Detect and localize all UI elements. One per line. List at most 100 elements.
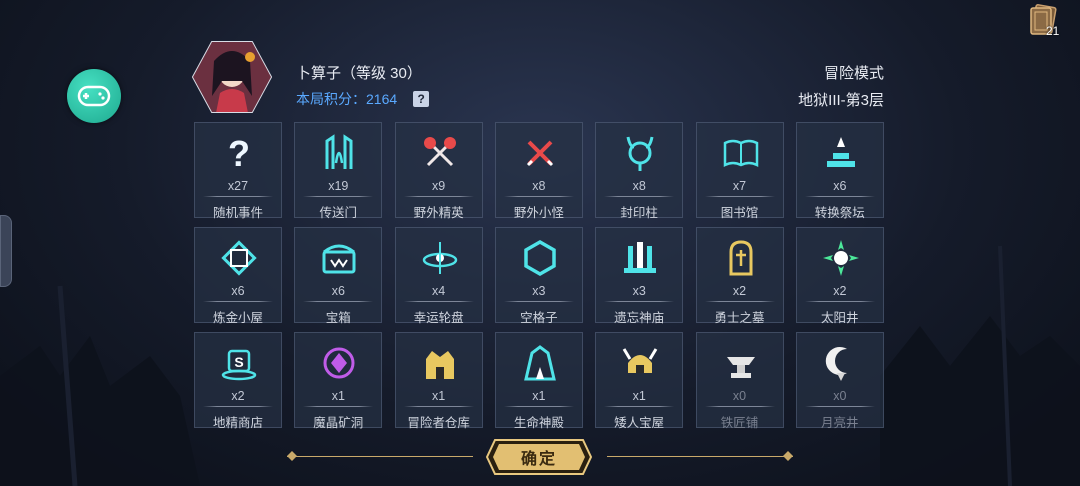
cell-divider <box>604 406 675 407</box>
cell-name: 传送门 <box>319 206 358 220</box>
cell-divider <box>203 301 273 302</box>
right-divider-tip <box>783 451 793 461</box>
grid-cell[interactable]: x8 封印柱 <box>595 122 684 220</box>
dwarf-helmet-icon <box>622 348 658 373</box>
grid-cell[interactable]: S x2 地精商店 <box>194 332 282 430</box>
crossed-axes-icon <box>423 137 456 167</box>
cell-divider <box>403 406 474 407</box>
cell-divider <box>804 196 875 197</box>
cell-name: 生命神殿 <box>513 416 564 430</box>
cell-divider <box>604 301 675 302</box>
cell-count: x4 <box>431 284 446 298</box>
cell-count: x6 <box>331 284 345 298</box>
score-help-button[interactable]: ? <box>413 91 430 107</box>
alchemy-icon <box>221 240 257 276</box>
map-event-grid: ? x27 随机事件 x19 传送门 x9 野外精英 x8 野外小怪 x8 封印… <box>194 122 884 430</box>
cell-name: 地精商店 <box>212 416 263 430</box>
confirm-button[interactable]: 确定 <box>485 438 593 476</box>
grid-cell[interactable]: x6 炼金小屋 <box>194 227 282 325</box>
score-row: 本局积分：2164 ? <box>296 89 430 109</box>
grid-cell[interactable]: x6 转换祭坛 <box>795 122 884 220</box>
sun-icon <box>822 240 859 276</box>
grid-cell[interactable]: x1 冒险者仓库 <box>394 332 483 430</box>
cell-name: 封印柱 <box>620 206 658 220</box>
player-avatar[interactable] <box>192 41 272 113</box>
grid-cell[interactable]: x0 月亮井 <box>795 332 884 430</box>
cell-count: x8 <box>532 179 546 193</box>
grid-cell[interactable]: x1 魔晶矿洞 <box>294 332 383 430</box>
crystal-mine-icon <box>323 347 355 379</box>
cell-name: 冒险者仓库 <box>407 416 470 430</box>
svg-text:S: S <box>234 354 243 370</box>
cell-name: 野外精英 <box>413 206 464 220</box>
cell-divider <box>503 196 574 197</box>
grid-cell[interactable]: x2 太阳井 <box>795 227 884 325</box>
anvil-icon <box>726 357 755 378</box>
grid-cell[interactable]: x6 宝箱 <box>294 227 383 325</box>
floor-label: 地狱III-第3层 <box>798 92 884 109</box>
cell-count: x1 <box>331 389 345 403</box>
cell-count: x1 <box>532 389 546 403</box>
cell-divider <box>303 301 374 302</box>
cell-count: x2 <box>833 284 847 298</box>
crossed-swords-icon <box>526 140 553 167</box>
grid-cell[interactable]: x4 幸运轮盘 <box>394 227 483 325</box>
cell-name: 空格子 <box>520 311 558 325</box>
cell-divider <box>403 196 474 197</box>
side-drawer-tab[interactable] <box>0 215 12 287</box>
cell-count: x7 <box>732 179 747 193</box>
grid-cell[interactable]: x3 遗忘神庙 <box>595 227 684 325</box>
svg-text:?: ? <box>228 133 250 173</box>
grid-cell[interactable]: x7 图书馆 <box>695 122 784 220</box>
grid-cell[interactable]: x0 铁匠铺 <box>695 332 784 430</box>
cell-count: x1 <box>632 389 646 403</box>
cell-divider <box>403 301 474 302</box>
question-icon: ? <box>228 133 250 173</box>
left-divider <box>287 456 473 457</box>
life-shrine-icon <box>524 345 556 381</box>
grid-cell[interactable]: x9 野外精英 <box>394 122 483 220</box>
grid-cell[interactable]: x2 勇士之墓 <box>695 227 784 325</box>
cell-count: x27 <box>227 179 249 193</box>
cell-count: x19 <box>328 179 349 193</box>
grid-cell[interactable]: x3 空格子 <box>494 227 583 325</box>
grid-cell[interactable]: ? x27 随机事件 <box>194 122 282 220</box>
cell-count: x0 <box>732 389 747 403</box>
cell-name: 矮人宝屋 <box>614 416 665 430</box>
cell-count: x3 <box>532 284 546 298</box>
cell-name: 野外小怪 <box>513 206 564 220</box>
cell-name: 月亮井 <box>821 416 859 430</box>
cell-divider <box>704 406 775 407</box>
cell-divider <box>704 301 775 302</box>
cell-count: x9 <box>431 179 446 193</box>
cell-name: 宝箱 <box>325 311 351 325</box>
warehouse-icon <box>425 351 454 379</box>
cell-count: x2 <box>732 284 747 298</box>
cell-name: 魔晶矿洞 <box>313 416 364 430</box>
cell-divider <box>203 196 273 197</box>
cell-count: x6 <box>231 284 245 298</box>
grid-cell[interactable]: x1 矮人宝屋 <box>595 332 684 430</box>
cell-count: x2 <box>231 389 245 403</box>
grid-cell[interactable]: x1 生命神殿 <box>494 332 583 430</box>
cell-divider <box>503 406 574 407</box>
cell-divider <box>704 196 775 197</box>
cell-count: x8 <box>632 179 646 193</box>
goblin-shop-icon: S <box>221 349 257 381</box>
confirm-area: 确定 <box>287 438 793 476</box>
wheel-icon <box>422 242 457 274</box>
cell-name: 幸运轮盘 <box>413 311 464 325</box>
tomb-icon <box>729 240 752 276</box>
cell-count: x0 <box>833 389 847 403</box>
grid-cell[interactable]: x19 传送门 <box>294 122 383 220</box>
moon-icon <box>825 347 847 381</box>
hexagon-icon <box>524 239 556 277</box>
book-icon <box>723 139 758 168</box>
cell-count: x6 <box>833 179 847 193</box>
cell-name: 铁匠铺 <box>720 416 759 430</box>
cell-name: 勇士之墓 <box>714 311 765 325</box>
gamepad-button[interactable] <box>67 69 121 123</box>
score-label: 本局积分：2164 <box>296 91 398 107</box>
cell-count: x1 <box>431 389 446 403</box>
grid-cell[interactable]: x8 野外小怪 <box>494 122 583 220</box>
